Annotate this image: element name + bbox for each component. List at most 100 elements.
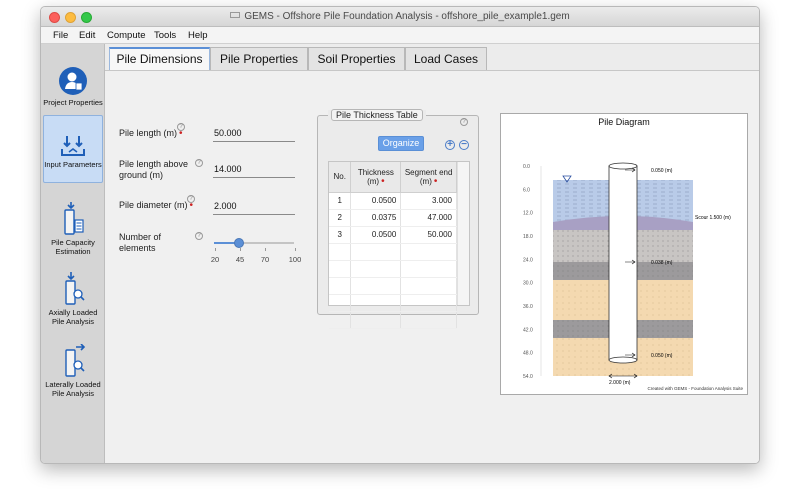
depth-label: 30.0 xyxy=(523,281,533,287)
sidebar-item-label: Pile Capacity Estimation xyxy=(51,238,95,256)
sidebar-item-project-properties[interactable]: Project Properties xyxy=(43,66,103,116)
pile-thickness-table-legend: Pile Thickness Table xyxy=(328,109,426,121)
menu-help[interactable]: Help xyxy=(188,30,208,41)
menu-tools[interactable]: Tools xyxy=(154,30,176,41)
pile-axial-icon xyxy=(65,272,85,305)
pile-length-above-input[interactable]: 14.000 xyxy=(214,164,242,174)
thickness-cell[interactable] xyxy=(350,243,402,261)
depth-label: 24.0 xyxy=(523,257,533,263)
row-number-cell[interactable] xyxy=(329,311,352,329)
table-row[interactable] xyxy=(329,277,457,295)
table-row[interactable] xyxy=(329,311,457,329)
menu-file[interactable]: File xyxy=(53,30,68,41)
segment-end-cell[interactable] xyxy=(400,294,457,312)
slider-tick-label: 70 xyxy=(260,255,270,264)
segment-end-cell[interactable]: 3.000 xyxy=(400,192,457,210)
segment-end-cell[interactable] xyxy=(400,311,457,329)
sidebar-item-laterally-loaded[interactable]: Laterally Loaded Pile Analysis xyxy=(43,344,103,404)
depth-label: 18.0 xyxy=(523,234,533,240)
column-header-thickness-text: Thickness (m) xyxy=(357,167,394,186)
pile-length-above-underline xyxy=(213,177,295,178)
diameter-label: 2.000 (m) xyxy=(609,380,631,386)
table-row[interactable]: 2 0.0375 47.000 xyxy=(329,209,457,227)
help-icon[interactable]: ? xyxy=(187,195,195,203)
row-number-cell[interactable] xyxy=(329,243,352,261)
column-header-no[interactable]: No. xyxy=(329,162,352,193)
depth-labels: 0.0 6.0 12.0 18.0 24.0 30.0 36.0 42.0 48.0 54.0 xyxy=(523,164,533,380)
callout-label: Scour 1.500 (m) xyxy=(695,215,731,221)
row-number-cell[interactable]: 2 xyxy=(329,209,352,227)
row-number-cell[interactable]: 1 xyxy=(329,192,352,210)
window-title-text: GEMS - Offshore Pile Foundation Analysis… xyxy=(244,11,570,22)
tab-pile-dimensions[interactable]: Pile Dimensions xyxy=(109,47,210,70)
help-icon[interactable]: ? xyxy=(195,159,203,167)
thickness-table-grid: No. Thickness (m) • Segment end (m) • 1 0.0… xyxy=(329,162,457,329)
pile-bottom xyxy=(608,356,638,364)
tab-load-cases[interactable]: Load Cases xyxy=(405,47,487,70)
thickness-cell[interactable] xyxy=(350,294,402,312)
remove-row-button[interactable]: − xyxy=(459,140,469,150)
segment-end-cell[interactable] xyxy=(400,277,457,295)
elements-slider-thumb[interactable] xyxy=(234,238,244,248)
thickness-cell[interactable]: 0.0500 xyxy=(350,192,402,210)
row-number-cell[interactable] xyxy=(329,294,352,312)
elements-label-line2: elements xyxy=(119,243,156,253)
column-header-segment-end[interactable]: Segment end (m) • xyxy=(400,162,457,193)
pile-diagram: Pile Diagram 0.0 6.0 12.0 18.0 24.0 30.0… xyxy=(500,113,748,395)
pile-length-input[interactable]: 50.000 xyxy=(214,128,242,138)
thickness-cell[interactable]: 0.0500 xyxy=(350,226,402,244)
row-number-cell[interactable] xyxy=(329,260,352,278)
pile-thickness-table-group: Pile Thickness Table ? Organize + − No. … xyxy=(317,109,479,329)
thickness-table-body: 1 0.0500 3.000 2 0.0375 47.000 3 0.0500 50.000 xyxy=(329,192,457,329)
menu-edit[interactable]: Edit xyxy=(79,30,95,41)
required-marker: • xyxy=(433,175,438,187)
table-row[interactable]: 1 0.0500 3.000 xyxy=(329,192,457,210)
pile-diagram-canvas: 0.0 6.0 12.0 18.0 24.0 30.0 36.0 42.0 48.0 54.0 0… xyxy=(523,162,731,386)
help-icon[interactable]: ? xyxy=(195,232,203,240)
add-row-button[interactable]: + xyxy=(445,140,455,150)
depth-label: 6.0 xyxy=(523,187,530,193)
pile-diameter-input[interactable]: 2.000 xyxy=(214,201,237,211)
pile-length-above-label-line1: Pile length above xyxy=(119,159,189,169)
help-icon[interactable]: ? xyxy=(460,118,468,126)
segment-end-cell[interactable] xyxy=(400,260,457,278)
table-header-row: No. Thickness (m) • Segment end (m) • xyxy=(329,162,457,193)
thickness-cell[interactable] xyxy=(350,311,402,329)
sidebar-item-input-parameters[interactable]: Input Parameters xyxy=(43,115,103,183)
callout-label: 0.038 (m) xyxy=(651,260,673,266)
row-number-cell[interactable]: 3 xyxy=(329,226,352,244)
tab-soil-properties[interactable]: Soil Properties xyxy=(308,47,405,70)
segment-end-cell[interactable]: 50.000 xyxy=(400,226,457,244)
elements-slider-track[interactable] xyxy=(214,238,294,248)
table-row[interactable] xyxy=(329,243,457,261)
sidebar-item-pile-capacity-estimation[interactable]: Pile Capacity Estimation xyxy=(43,202,103,262)
segment-end-cell[interactable]: 47.000 xyxy=(400,209,457,227)
pile-dimensions-panel: Pile length (m) • ? 50.000 Pile length ab… xyxy=(105,70,759,463)
segment-end-cell[interactable] xyxy=(400,243,457,261)
menu-compute[interactable]: Compute xyxy=(107,30,146,41)
app-window: GEMS - Offshore Pile Foundation Analysis… xyxy=(40,6,760,464)
thickness-cell[interactable]: 0.0375 xyxy=(350,209,402,227)
slider-tick xyxy=(295,248,296,251)
help-icon[interactable]: ? xyxy=(177,123,185,131)
pile-top xyxy=(608,162,638,170)
thickness-cell[interactable] xyxy=(350,277,402,295)
sidebar-item-axially-loaded[interactable]: Axially Loaded Pile Analysis xyxy=(43,272,103,332)
tab-pile-properties[interactable]: Pile Properties xyxy=(210,47,308,70)
depth-label: 0.0 xyxy=(523,164,530,170)
column-header-thickness[interactable]: Thickness (m) • xyxy=(350,162,402,193)
table-row[interactable] xyxy=(329,294,457,312)
download-arrows-icon xyxy=(61,136,85,156)
organize-button[interactable]: Organize xyxy=(378,136,424,151)
document-icon xyxy=(230,12,241,18)
sidebar-item-label: Input Parameters xyxy=(44,160,102,169)
sidebar-item-label: Axially Loaded Pile Analysis xyxy=(48,308,98,326)
slider-tick xyxy=(265,248,266,251)
table-row[interactable] xyxy=(329,260,457,278)
row-number-cell[interactable] xyxy=(329,277,352,295)
slider-tick-label: 45 xyxy=(235,255,245,264)
sidebar-item-label: Laterally Loaded Pile Analysis xyxy=(45,380,101,398)
elements-label: Number of elements xyxy=(119,232,161,254)
thickness-cell[interactable] xyxy=(350,260,402,278)
table-row[interactable]: 3 0.0500 50.000 xyxy=(329,226,457,244)
